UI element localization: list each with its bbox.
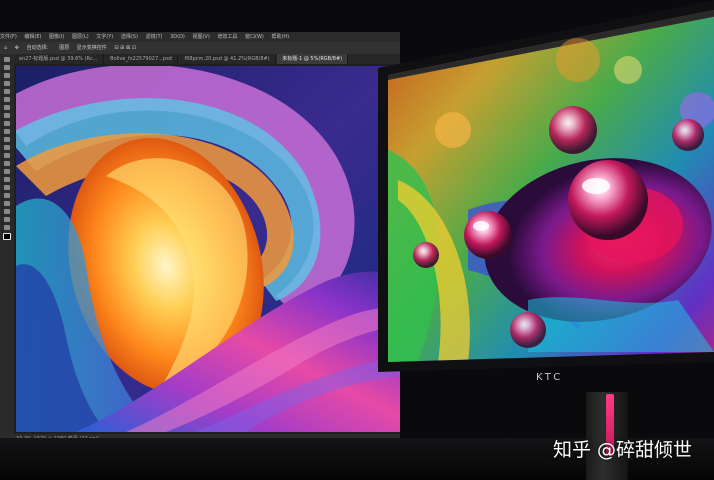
- shape-tool-icon[interactable]: [4, 201, 10, 206]
- layer-select[interactable]: 图层: [59, 45, 69, 51]
- home-icon[interactable]: ⌂: [4, 45, 7, 51]
- swirl-artwork: [16, 66, 400, 432]
- quick-select-tool-icon[interactable]: [4, 81, 10, 86]
- photoshop-window: 文件(F) 编辑(E) 图像(I) 图层(L) 文字(Y) 选择(S) 滤镜(T…: [0, 32, 400, 444]
- stamp-tool-icon[interactable]: [4, 129, 10, 134]
- move-tool-icon[interactable]: ✥: [15, 45, 19, 51]
- document-canvas[interactable]: [16, 66, 400, 432]
- menu-item-select[interactable]: 选择(S): [121, 34, 138, 40]
- document-tab[interactable]: Bolive_fx22579027...psd: [105, 54, 178, 64]
- hand-tool-icon[interactable]: [4, 209, 10, 214]
- marquee-tool-icon[interactable]: [4, 65, 10, 70]
- more-tools-icon[interactable]: [4, 225, 10, 230]
- monitor-screen: [378, 0, 714, 372]
- brush-tool-icon[interactable]: [4, 121, 10, 126]
- menu-item-layer[interactable]: 图层(L): [72, 34, 89, 40]
- path-select-icon[interactable]: [4, 193, 10, 198]
- menu-item-view[interactable]: 视图(V): [192, 34, 209, 40]
- document-tab[interactable]: f08pcm.20.psd @ 41.2%(RGB/8#): [179, 54, 276, 64]
- menu-item-file[interactable]: 文件(F): [0, 34, 17, 40]
- eraser-tool-icon[interactable]: [4, 145, 10, 150]
- zoom-tool-icon[interactable]: [4, 217, 10, 222]
- frame-tool-icon[interactable]: [4, 97, 10, 102]
- ktc-monitor: KTC: [378, 0, 714, 400]
- options-bar: ⌂ ✥ 自动选择： 图层 显示变换控件 ⊟ ⊞ ⊠ ⊡: [0, 42, 400, 54]
- menu-item-3d[interactable]: 3D(D): [170, 34, 185, 40]
- menu-item-plugins[interactable]: 增效工具: [217, 34, 237, 40]
- zhihu-watermark: 知乎 @碎甜倾世: [552, 439, 692, 461]
- menu-item-window[interactable]: 窗口(W): [245, 34, 264, 40]
- brand-logo: KTC: [536, 372, 564, 383]
- tools-panel: [0, 54, 14, 434]
- blur-tool-icon[interactable]: [4, 161, 10, 166]
- type-tool-icon[interactable]: [4, 185, 10, 190]
- document-tabs: en27-标题版.psd @ 39.6% (Rc... Bolive_fx225…: [14, 54, 400, 64]
- pen-tool-icon[interactable]: [4, 177, 10, 182]
- menu-item-image[interactable]: 图像(I): [49, 34, 64, 40]
- menu-bar: 文件(F) 编辑(E) 图像(I) 图层(L) 文字(Y) 选择(S) 滤镜(T…: [0, 32, 400, 42]
- menu-item-edit[interactable]: 编辑(E): [24, 34, 41, 40]
- menu-item-help[interactable]: 帮助(H): [271, 34, 289, 40]
- dodge-tool-icon[interactable]: [4, 169, 10, 174]
- show-transform-checkbox[interactable]: 显示变换控件: [77, 45, 107, 51]
- menu-item-filter[interactable]: 滤镜(T): [146, 34, 163, 40]
- crop-tool-icon[interactable]: [4, 89, 10, 94]
- lasso-tool-icon[interactable]: [4, 73, 10, 78]
- history-brush-icon[interactable]: [4, 137, 10, 142]
- document-tab[interactable]: en27-标题版.psd @ 39.6% (Rc...: [14, 54, 104, 64]
- gradient-tool-icon[interactable]: [4, 153, 10, 158]
- menu-item-type[interactable]: 文字(Y): [96, 34, 113, 40]
- document-tab-active[interactable]: 未标题-1 @ 5%(RGB/8#): [277, 54, 349, 64]
- eyedropper-tool-icon[interactable]: [4, 105, 10, 110]
- move-tool-icon[interactable]: [4, 57, 10, 62]
- foreground-color-swatch[interactable]: [3, 233, 11, 240]
- align-icons[interactable]: ⊟ ⊞ ⊠ ⊡: [114, 45, 136, 51]
- healing-tool-icon[interactable]: [4, 113, 10, 118]
- auto-select-checkbox[interactable]: 自动选择：: [27, 45, 52, 51]
